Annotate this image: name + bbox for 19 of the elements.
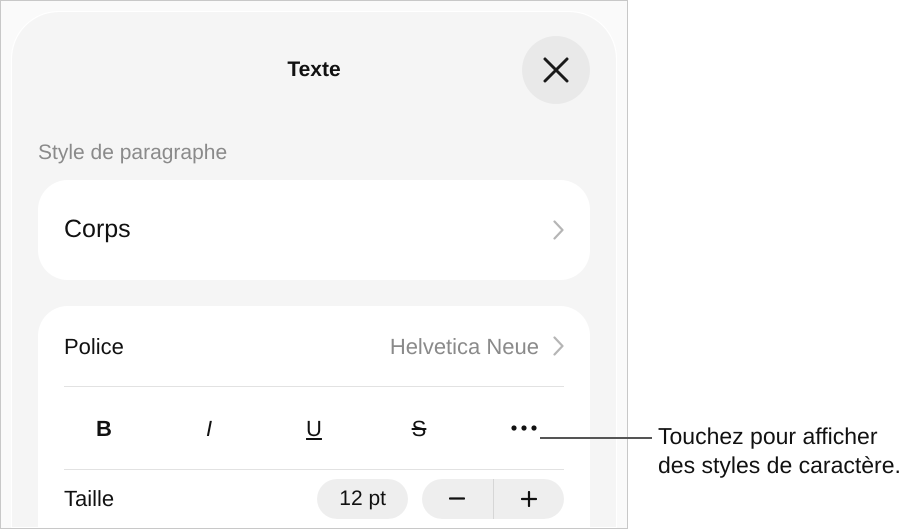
panel-title: Texte bbox=[287, 57, 341, 84]
more-icon bbox=[511, 425, 537, 431]
callout-text: Touchez pour afficher des styles de caractère. bbox=[658, 422, 902, 480]
chevron-right-icon bbox=[553, 220, 564, 240]
size-value-button[interactable]: 12 pt bbox=[317, 478, 408, 518]
underline-button[interactable]: U bbox=[284, 403, 344, 453]
font-value: Helvetica Neue bbox=[390, 332, 539, 360]
size-label: Taille bbox=[64, 485, 114, 513]
font-row[interactable]: Police Helvetica Neue bbox=[64, 306, 564, 386]
chevron-right-icon bbox=[553, 336, 564, 356]
section-label: Style de paragraphe bbox=[38, 140, 228, 166]
close-icon bbox=[543, 57, 569, 83]
minus-icon bbox=[449, 497, 466, 500]
bold-button[interactable]: B bbox=[74, 403, 134, 453]
plus-icon bbox=[520, 490, 537, 506]
italic-button[interactable]: I bbox=[179, 403, 239, 453]
font-label: Police bbox=[64, 332, 124, 360]
strikethrough-button[interactable]: S bbox=[389, 403, 449, 453]
paragraph-style-row[interactable]: Corps bbox=[38, 180, 590, 280]
